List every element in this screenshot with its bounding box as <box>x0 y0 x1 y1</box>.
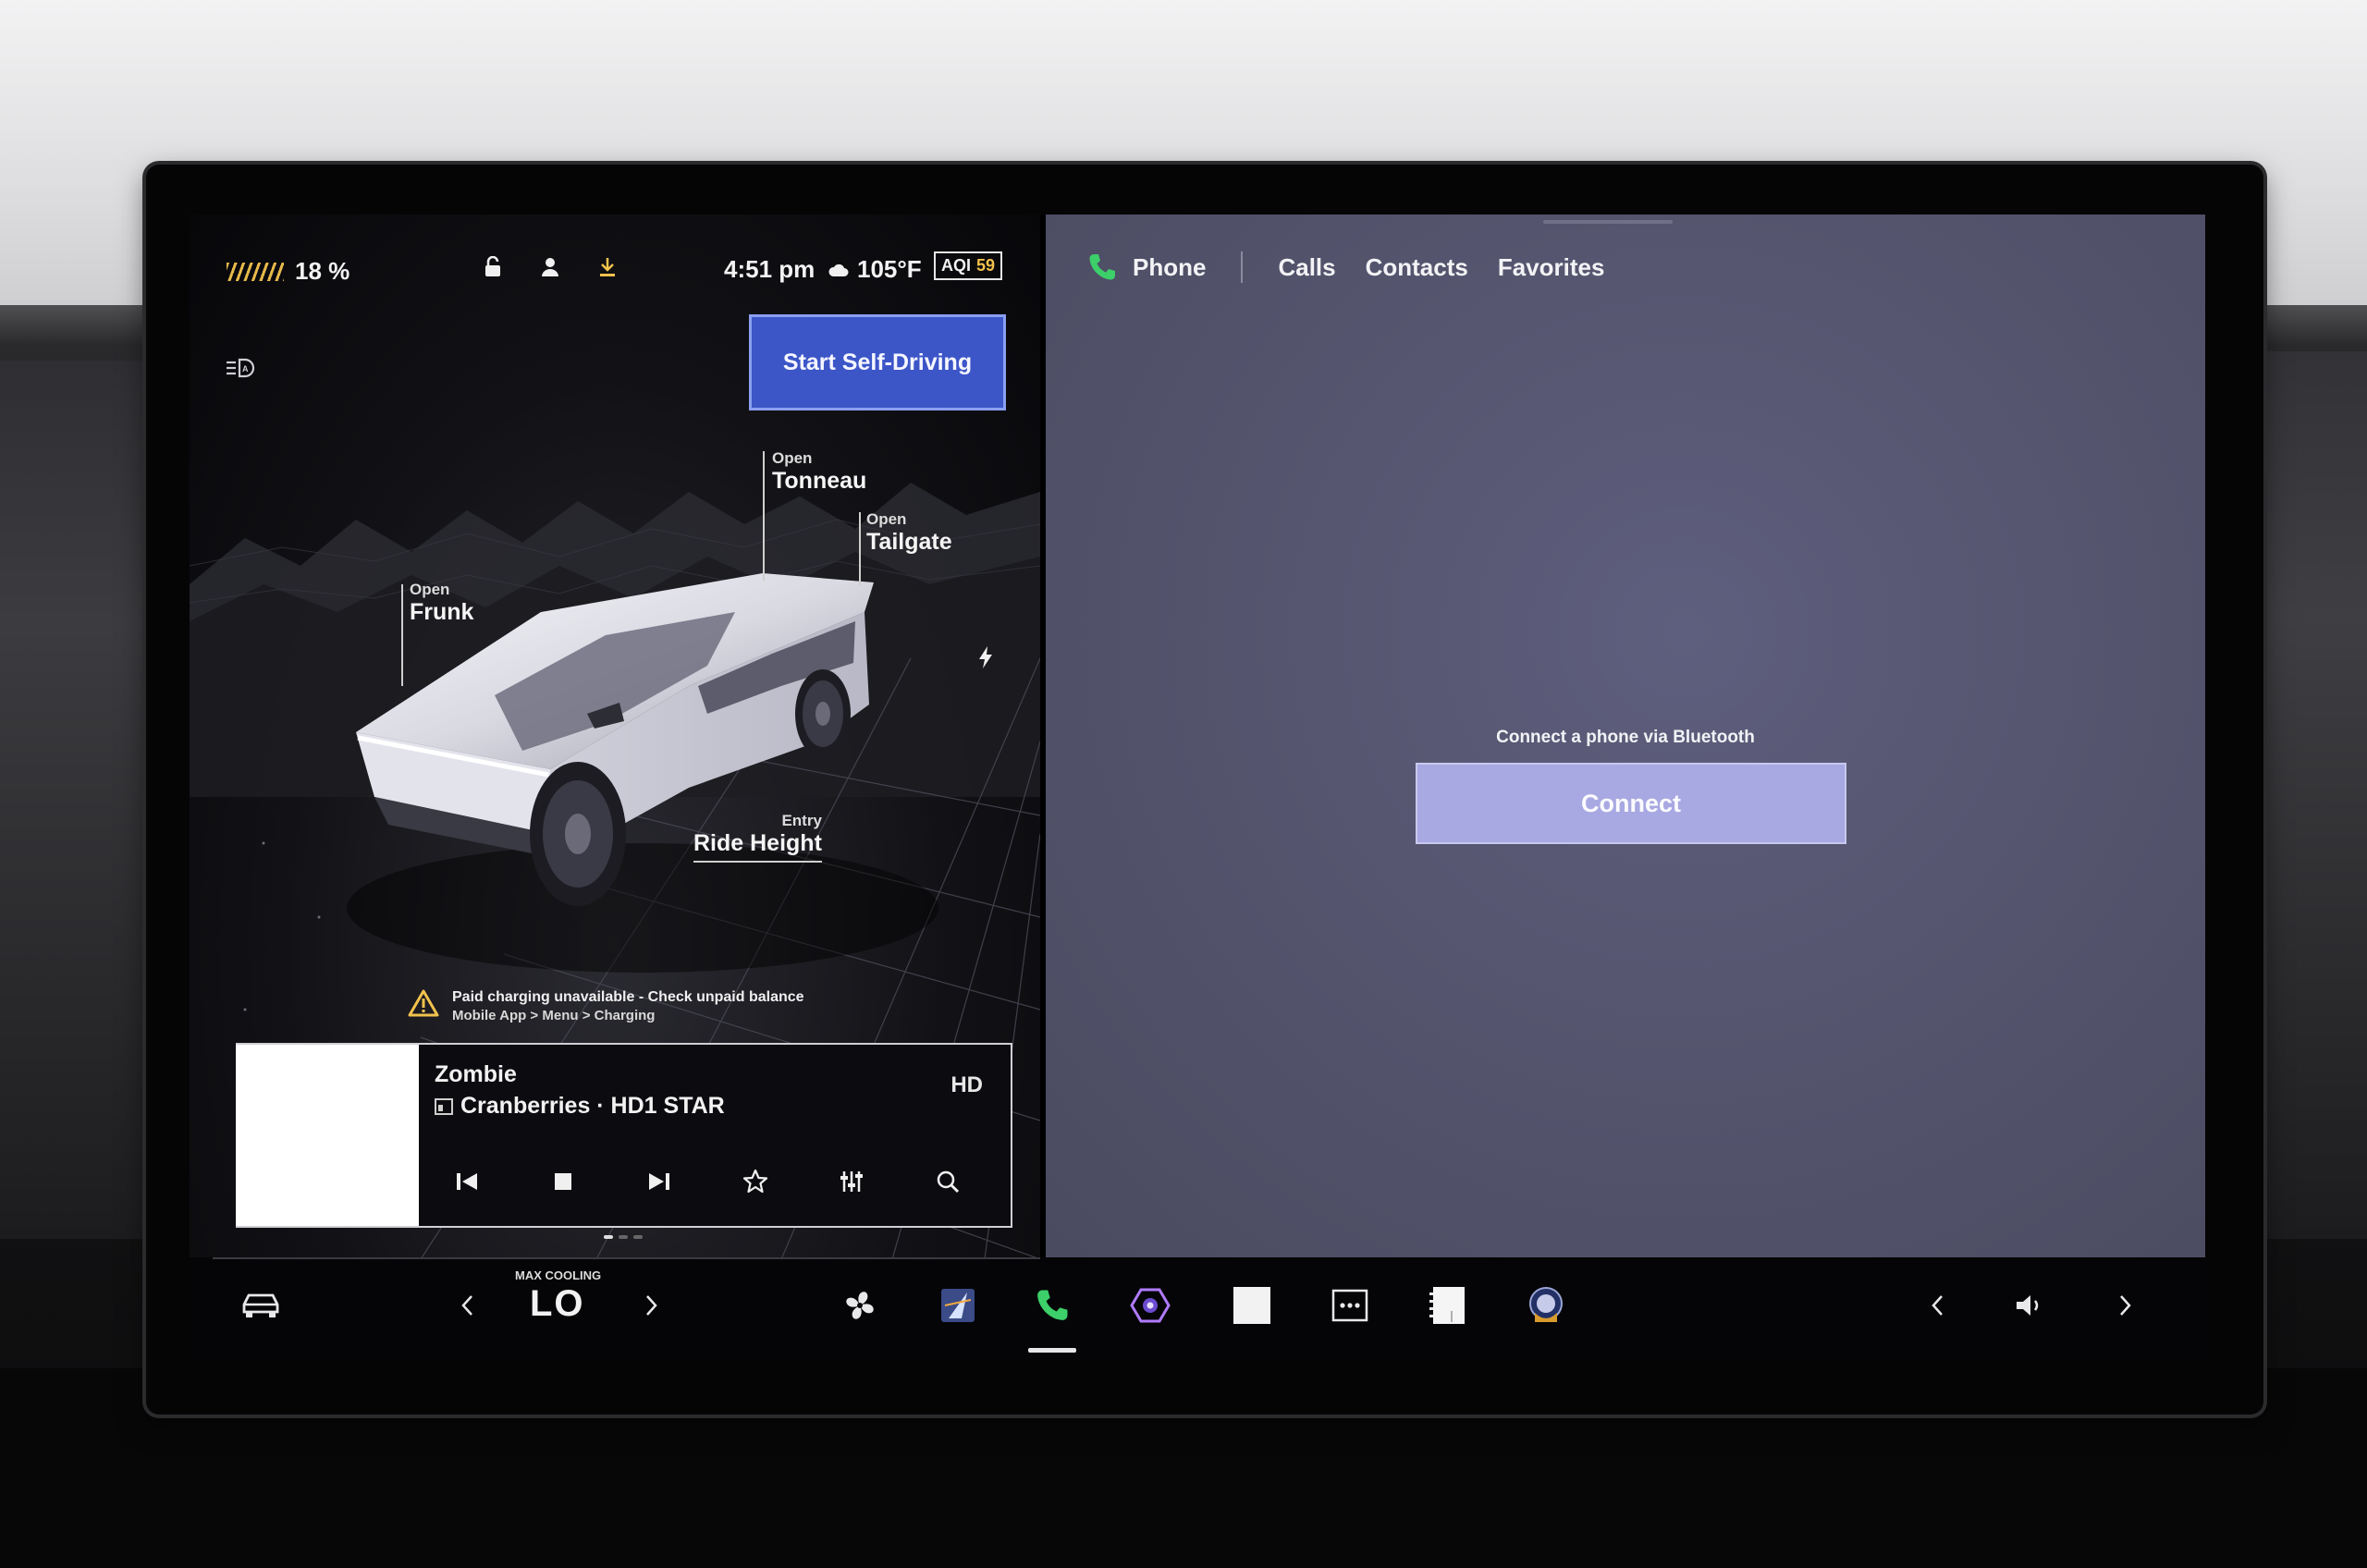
next-icon[interactable] <box>641 1163 678 1200</box>
page-dot <box>604 1235 613 1239</box>
charging-alert[interactable]: Paid charging unavailable - Check unpaid… <box>408 989 804 1023</box>
status-icons <box>481 255 619 279</box>
media-page-indicator[interactable] <box>604 1235 643 1239</box>
ride-height-action: Entry <box>781 812 822 829</box>
phone-icon <box>1089 254 1115 280</box>
artist-station-row: Cranberries · HD1 STAR <box>435 1093 725 1120</box>
notes-icon[interactable] <box>1425 1278 1471 1333</box>
charging-bolt-icon <box>976 645 995 674</box>
cloud-icon <box>828 263 849 276</box>
connect-button[interactable]: Connect <box>1416 763 1846 844</box>
climate-mode: MAX COOLING <box>515 1268 602 1282</box>
phone-dock-icon[interactable] <box>1029 1278 1075 1333</box>
tab-phone: Phone <box>1133 252 1207 281</box>
car-icon[interactable] <box>238 1278 284 1333</box>
page-dot <box>619 1235 628 1239</box>
dashboard-left <box>0 361 157 1239</box>
dock-divider <box>213 1257 1040 1259</box>
page-dot <box>633 1235 643 1239</box>
aqi-label: AQI <box>941 256 972 275</box>
phone-app-panel: Phone Calls Contacts Favorites Connect a… <box>1046 214 2205 1257</box>
tab-divider <box>1241 251 1244 283</box>
warning-icon <box>408 989 439 1017</box>
frunk-action: Open <box>410 581 450 598</box>
dashboard-right <box>2256 351 2367 1239</box>
volume-down-chevron-icon[interactable] <box>1919 1278 1956 1333</box>
status-bar: 18 % 4:51 pm 105°F AQI 59 <box>190 214 1040 316</box>
phone-tab-bar: Phone Calls Contacts Favorites <box>1086 251 1604 283</box>
panel-drag-handle[interactable] <box>1543 220 1673 224</box>
auto-headlight-icon[interactable]: A <box>225 355 258 383</box>
frunk-callout-line <box>401 584 403 686</box>
svg-text:A: A <box>242 364 249 374</box>
previous-icon[interactable] <box>448 1163 485 1200</box>
tonneau-action: Open <box>772 449 813 467</box>
tonneau-callout-line <box>763 451 765 581</box>
search-icon[interactable] <box>929 1163 966 1200</box>
cybertruck-model <box>347 573 938 973</box>
volume-icon[interactable] <box>2007 1278 2054 1333</box>
battery-indicator[interactable]: 18 % <box>227 257 350 286</box>
song-title: Zombie <box>435 1061 517 1087</box>
stop-icon[interactable] <box>545 1163 582 1200</box>
tailgate-callout[interactable]: Open Tailgate <box>866 510 952 556</box>
battery-level-icon <box>227 262 284 281</box>
favorite-icon[interactable] <box>737 1163 774 1200</box>
media-player: Zombie Cranberries · HD1 STAR HD <box>236 1043 1012 1228</box>
battery-percent: 18 % <box>295 257 350 285</box>
tonneau-label: Tonneau <box>772 468 867 494</box>
aqi-badge[interactable]: AQI 59 <box>934 251 1003 280</box>
tab-contacts[interactable]: Contacts <box>1366 253 1468 282</box>
tab-calls[interactable]: Calls <box>1278 253 1335 282</box>
fan-icon[interactable] <box>837 1278 883 1333</box>
download-icon[interactable] <box>595 255 619 279</box>
radio-source-icon <box>435 1097 453 1115</box>
more-icon[interactable] <box>1327 1278 1373 1333</box>
bluetooth-hint: Connect a phone via Bluetooth <box>1496 728 1755 747</box>
profile-icon[interactable] <box>538 255 562 279</box>
frunk-callout[interactable]: Open Frunk <box>410 581 473 626</box>
hd-radio-icon: HD <box>950 1072 983 1097</box>
artist-station: Cranberries · HD1 STAR <box>460 1093 725 1119</box>
tab-favorites[interactable]: Favorites <box>1498 253 1605 282</box>
tonneau-callout[interactable]: Open Tonneau <box>772 449 866 495</box>
tailgate-action: Open <box>866 510 907 528</box>
alert-message: Paid charging unavailable - Check unpaid… <box>452 989 804 1005</box>
temp-down-chevron-icon[interactable] <box>448 1278 485 1333</box>
ride-height-label: Ride Height <box>693 830 822 856</box>
touchscreen: 18 % 4:51 pm 105°F AQI 59 A Start Self-D… <box>190 214 2205 1361</box>
album-art[interactable] <box>236 1045 419 1226</box>
bottom-dock <box>190 1257 2205 1361</box>
climate-temperature[interactable]: LO <box>530 1283 585 1325</box>
start-self-driving-button[interactable]: Start Self-Driving <box>749 314 1006 410</box>
vehicle-panel: 18 % 4:51 pm 105°F AQI 59 A Start Self-D… <box>190 214 1040 1257</box>
navigation-icon[interactable] <box>935 1278 981 1333</box>
game-icon[interactable] <box>1521 1278 1571 1333</box>
lock-icon[interactable] <box>481 255 505 279</box>
active-app-indicator <box>1028 1348 1076 1353</box>
alert-path: Mobile App > Menu > Charging <box>452 1008 656 1023</box>
camera-icon[interactable] <box>1127 1278 1173 1333</box>
media-controls <box>430 1163 985 1200</box>
blank-app-icon[interactable] <box>1229 1278 1275 1333</box>
equalizer-icon[interactable] <box>833 1163 870 1200</box>
frunk-label: Frunk <box>410 599 474 625</box>
aqi-value: 59 <box>976 256 996 275</box>
tailgate-label: Tailgate <box>866 529 952 555</box>
clock: 4:51 pm <box>724 255 816 283</box>
outside-temperature: 105°F <box>857 255 922 283</box>
phone-title-tab[interactable]: Phone <box>1086 251 1206 283</box>
ride-height-callout[interactable]: Entry Ride Height <box>693 812 822 863</box>
tailgate-callout-line <box>859 512 861 586</box>
weather[interactable]: 105°F <box>828 255 922 284</box>
volume-up-chevron-icon[interactable] <box>2107 1278 2144 1333</box>
temp-up-chevron-icon[interactable] <box>633 1278 670 1333</box>
